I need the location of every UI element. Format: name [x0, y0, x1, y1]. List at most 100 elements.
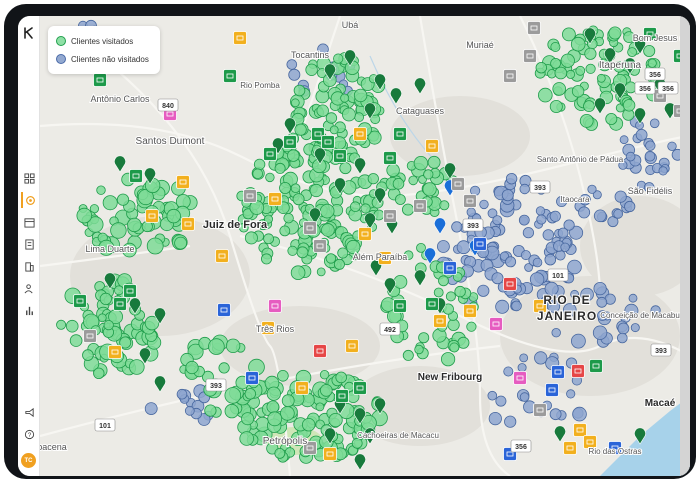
green-client-badge-icon[interactable] [283, 135, 297, 149]
not-visited-client-marker[interactable] [518, 214, 530, 226]
not-visited-client-marker[interactable] [544, 253, 557, 266]
visited-client-marker[interactable] [97, 313, 107, 323]
not-visited-client-marker[interactable] [587, 184, 597, 194]
gray-client-badge-icon[interactable] [527, 21, 541, 35]
green-client-badge-icon[interactable] [333, 149, 347, 163]
visited-client-marker[interactable] [96, 185, 106, 195]
visited-client-marker[interactable] [146, 237, 164, 255]
visited-client-marker[interactable] [550, 41, 561, 52]
visited-client-marker[interactable] [427, 155, 441, 169]
visited-client-marker[interactable] [116, 193, 130, 206]
green-client-badge-icon[interactable] [73, 294, 87, 308]
building-icon[interactable] [21, 258, 37, 274]
not-visited-client-marker[interactable] [571, 333, 586, 349]
gray-client-badge-icon[interactable] [383, 209, 397, 223]
orange-client-badge-icon[interactable] [108, 345, 122, 359]
visited-client-marker[interactable] [279, 181, 292, 194]
visited-client-marker[interactable] [316, 267, 326, 277]
orange-client-badge-icon[interactable] [433, 314, 447, 328]
visited-client-marker[interactable] [76, 207, 93, 224]
visited-client-marker[interactable] [575, 65, 586, 76]
not-visited-client-marker[interactable] [534, 351, 548, 365]
visited-client-marker[interactable] [287, 149, 300, 162]
visited-client-marker[interactable] [292, 193, 305, 206]
visited-client-marker[interactable] [225, 338, 241, 354]
not-visited-client-marker[interactable] [645, 140, 656, 151]
blue-client-badge-icon[interactable] [443, 261, 457, 275]
orange-client-badge-icon[interactable] [145, 209, 159, 223]
visited-client-marker[interactable] [309, 183, 323, 198]
visited-client-marker[interactable] [65, 319, 79, 333]
visited-client-marker[interactable] [337, 247, 349, 259]
not-visited-client-marker[interactable] [536, 214, 547, 225]
red-client-badge-icon[interactable] [313, 344, 327, 358]
not-visited-client-marker[interactable] [519, 392, 530, 402]
visited-client-marker[interactable] [208, 338, 225, 355]
green-client-badge-icon[interactable] [129, 169, 143, 183]
not-visited-client-marker[interactable] [501, 189, 514, 202]
pink-client-badge-icon[interactable] [489, 317, 503, 331]
visited-client-marker[interactable] [127, 217, 142, 233]
visited-client-marker[interactable] [252, 168, 264, 180]
visited-client-marker[interactable] [185, 360, 199, 375]
visited-client-marker[interactable] [552, 82, 566, 96]
gray-client-badge-icon[interactable] [503, 69, 517, 83]
green-client-badge-icon[interactable] [383, 151, 397, 165]
visited-client-marker[interactable] [293, 84, 306, 97]
visited-client-marker[interactable] [549, 100, 563, 114]
not-visited-client-marker[interactable] [567, 259, 582, 275]
not-visited-client-marker[interactable] [644, 150, 656, 162]
orange-client-badge-icon[interactable] [323, 447, 337, 461]
visited-client-marker[interactable] [414, 344, 424, 355]
orange-client-badge-icon[interactable] [345, 339, 359, 353]
visited-client-marker[interactable] [454, 285, 466, 298]
visited-client-marker[interactable] [647, 58, 657, 68]
green-client-badge-icon[interactable] [335, 389, 349, 403]
visited-client-marker[interactable] [114, 285, 124, 296]
blue-client-badge-icon[interactable] [217, 303, 231, 317]
green-client-badge-icon[interactable] [113, 297, 127, 311]
visited-client-marker[interactable] [627, 47, 637, 57]
visited-client-marker[interactable] [353, 88, 368, 103]
visited-client-marker[interactable] [440, 352, 456, 367]
not-visited-client-marker[interactable] [628, 293, 638, 303]
visited-client-marker[interactable] [319, 203, 335, 219]
visited-client-marker[interactable] [283, 212, 294, 224]
visited-client-marker[interactable] [401, 203, 414, 216]
visited-client-marker[interactable] [319, 370, 330, 380]
orange-client-badge-icon[interactable] [563, 441, 577, 455]
visited-client-marker[interactable] [596, 73, 606, 83]
orange-client-badge-icon[interactable] [176, 175, 190, 189]
visited-client-marker[interactable] [325, 253, 337, 264]
not-visited-client-marker[interactable] [492, 215, 503, 226]
not-visited-client-marker[interactable] [456, 240, 471, 255]
visited-client-marker[interactable] [367, 173, 379, 185]
map-location-icon[interactable] [21, 192, 37, 208]
visited-client-marker[interactable] [56, 319, 67, 330]
visited-client-marker[interactable] [332, 136, 347, 150]
visited-client-marker[interactable] [129, 359, 145, 375]
legend-item-not-visited[interactable]: Clientes não visitados [56, 50, 152, 68]
visited-client-marker[interactable] [579, 114, 594, 128]
legend-item-visited[interactable]: Clientes visitados [56, 32, 152, 50]
visited-client-marker[interactable] [253, 158, 266, 171]
visited-client-marker[interactable] [110, 222, 127, 239]
visited-client-marker[interactable] [624, 81, 637, 94]
not-visited-client-marker[interactable] [519, 353, 529, 363]
orange-client-badge-icon[interactable] [353, 127, 367, 141]
visited-client-marker[interactable] [408, 175, 419, 186]
visited-client-marker[interactable] [241, 412, 255, 426]
visited-client-marker[interactable] [433, 287, 444, 298]
not-visited-client-marker[interactable] [593, 281, 607, 296]
visited-client-marker[interactable] [341, 107, 356, 122]
visited-client-marker[interactable] [439, 200, 450, 211]
gray-client-badge-icon[interactable] [533, 403, 547, 417]
orange-client-badge-icon[interactable] [268, 192, 282, 206]
visited-client-marker[interactable] [608, 26, 622, 40]
help-icon[interactable]: ? [21, 426, 37, 442]
visited-client-marker[interactable] [296, 246, 309, 259]
visited-client-marker[interactable] [267, 411, 283, 427]
not-visited-client-marker[interactable] [667, 141, 677, 152]
k-logo-icon[interactable] [21, 25, 37, 41]
visited-client-marker[interactable] [413, 155, 429, 171]
